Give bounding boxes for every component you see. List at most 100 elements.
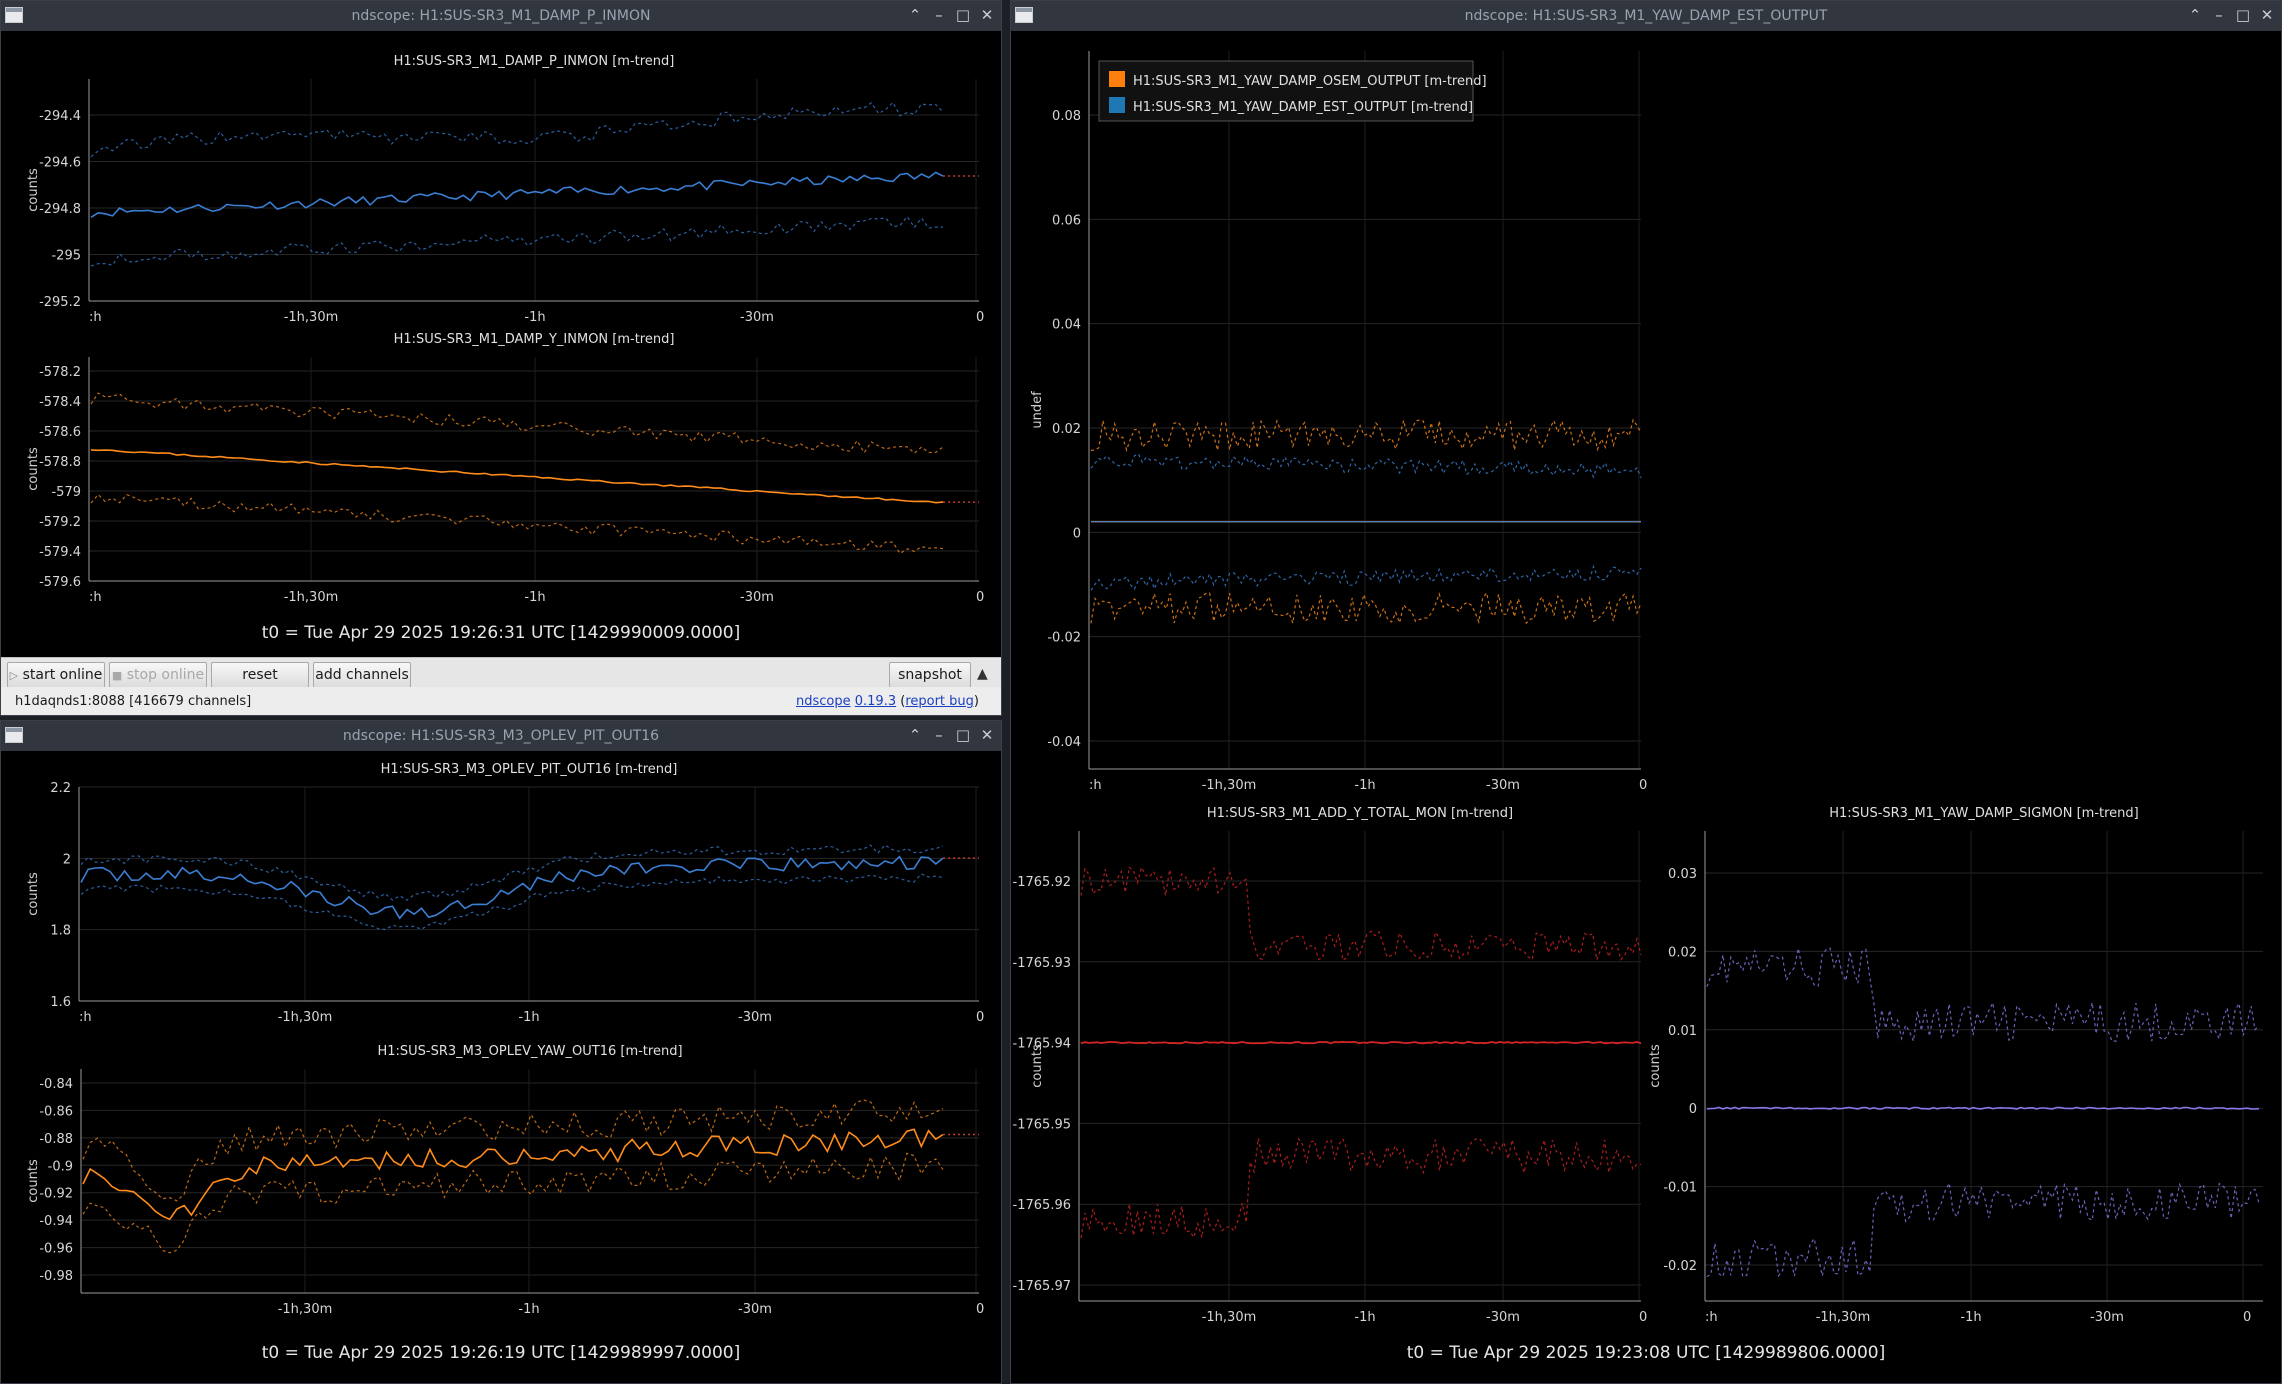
app-info: ndscope 0.19.3 (report bug) (796, 694, 979, 709)
y-tick-label: -294.4 (39, 109, 81, 124)
x-tick-label: -30m (738, 1302, 772, 1317)
trend-max-line (1706, 947, 2260, 1044)
add-channels-button[interactable]: add channels (313, 662, 411, 688)
trend-min-line (90, 493, 944, 555)
version-link[interactable]: 0.19.3 (855, 694, 896, 709)
y-tick-label: -579.2 (39, 515, 81, 530)
plot-legend[interactable]: H1:SUS-SR3_M1_YAW_DAMP_OSEM_OUTPUT [m-tr… (1098, 60, 1487, 122)
y-tick-label: -0.84 (39, 1077, 73, 1092)
x-tick-label: 0 (1639, 778, 1647, 793)
y-tick-label: -1765.97 (1013, 1279, 1071, 1294)
start-online-button[interactable]: ▷ start online (7, 662, 105, 688)
x-tick-label: :h (1089, 778, 1102, 793)
trend-minmax-line (1090, 564, 1642, 591)
y-tick-label: -578.2 (39, 365, 81, 380)
plots-svg[interactable]: undef 0.08 0.06 0.04 0.02 0 -0.02 -0.04:h -1h,30… (1011, 31, 2282, 1384)
y-tick-label: 0.02 (1668, 945, 1697, 960)
trend-min-line (80, 873, 944, 931)
trend-max-line (82, 1099, 944, 1202)
y-tick-label: -1765.93 (1013, 956, 1071, 971)
x-tick-label: -1h (524, 590, 545, 605)
x-tick-label: :h (1705, 1310, 1718, 1325)
minimize-icon[interactable]: – (2209, 5, 2229, 25)
plots-svg[interactable]: H1:SUS-SR3_M1_DAMP_P_INMON [m-trend]coun… (1, 31, 1002, 657)
trend-mean-line (90, 449, 944, 504)
y-tick-label: -0.96 (39, 1242, 73, 1257)
close-icon[interactable]: ✕ (2257, 5, 2277, 25)
expand-arrow-icon[interactable]: ▲ (977, 666, 988, 682)
plots-svg[interactable]: H1:SUS-SR3_M3_OPLEV_PIT_OUT16 [m-trend] c… (1, 751, 1002, 1384)
stop-online-button[interactable]: ■ stop online (109, 662, 207, 688)
maximize-icon[interactable]: □ (953, 5, 973, 25)
x-tick-label: 0 (976, 1010, 984, 1025)
status-bar: h1daqnds1:8088 [416679 channels] ndscope… (1, 687, 1001, 715)
y-tick-label: -1765.95 (1013, 1117, 1071, 1132)
x-tick-label: -30m (740, 590, 774, 605)
plot-title: H1:SUS-SR3_M1_ADD_Y_TOTAL_MON [m-trend] (1207, 806, 1513, 821)
keep-above-icon[interactable]: ⌃ (2185, 5, 2205, 25)
maximize-icon[interactable]: □ (2233, 5, 2253, 25)
control-bar: ▷ start online ■ stop online reset add c… (1, 657, 1001, 691)
trend-mean-line (1080, 1040, 1642, 1045)
legend-label: H1:SUS-SR3_M1_YAW_DAMP_OSEM_OUTPUT [m-tr… (1133, 74, 1487, 89)
y-tick-label: -578.8 (39, 455, 81, 470)
minimize-icon[interactable]: – (929, 725, 949, 745)
x-tick-label: :h (89, 590, 102, 605)
window-titlebar[interactable]: ndscope: H1:SUS-SR3_M3_OPLEV_PIT_OUT16 ⌃… (1, 721, 1001, 751)
plot-area: H1:SUS-SR3_M3_OPLEV_PIT_OUT16 [m-trend] c… (1, 751, 1002, 1384)
y-tick-label: -0.88 (39, 1132, 73, 1147)
report-close-paren: ) (973, 694, 979, 709)
legend-swatch (1109, 71, 1125, 87)
ndscope-window-1: ndscope: H1:SUS-SR3_M1_DAMP_P_INMON ⌃ – … (0, 0, 1002, 716)
y-tick-label: -0.04 (1047, 735, 1081, 750)
trend-min-line (90, 215, 943, 267)
y-tick-label: -578.6 (39, 425, 81, 440)
y-tick-label: -579.4 (39, 545, 81, 560)
y-tick-label: -295.2 (39, 295, 81, 310)
y-tick-label: -1765.92 (1013, 875, 1071, 890)
report-bug-link[interactable]: report bug (905, 694, 974, 709)
y-tick-label: -0.94 (39, 1214, 73, 1229)
x-tick-label: -30m (2090, 1310, 2124, 1325)
x-tick-label: 0 (1639, 1310, 1647, 1325)
server-status: h1daqnds1:8088 [416679 channels] (15, 694, 252, 709)
window-title: ndscope: H1:SUS-SR3_M3_OPLEV_PIT_OUT16 (342, 728, 660, 744)
close-icon[interactable]: ✕ (977, 725, 997, 745)
plot-title: H1:SUS-SR3_M3_OPLEV_PIT_OUT16 [m-trend] (381, 762, 678, 777)
app-name-link[interactable]: ndscope (796, 694, 851, 709)
t0-label: t0 = Tue Apr 29 2025 19:26:19 UTC [14299… (261, 1343, 741, 1363)
keep-above-icon[interactable]: ⌃ (905, 5, 925, 25)
window-title: ndscope: H1:SUS-SR3_M1_YAW_DAMP_EST_OUTP… (1464, 8, 1828, 24)
x-tick-label: 0 (2243, 1310, 2251, 1325)
y-tick-label: 2 (63, 852, 71, 867)
ndscope-window-2: ndscope: H1:SUS-SR3_M3_OPLEV_PIT_OUT16 ⌃… (0, 720, 1002, 1384)
x-tick-label: 0 (976, 590, 984, 605)
x-tick-label: -1h (1354, 778, 1375, 793)
y-tick-label: -0.02 (1047, 631, 1081, 646)
minimize-icon[interactable]: – (929, 5, 949, 25)
plot-area: H1:SUS-SR3_M1_DAMP_P_INMON [m-trend] coun… (1, 31, 1001, 657)
start-online-label: start online (22, 667, 103, 683)
y-tick-label: -579.6 (39, 575, 81, 590)
reset-button[interactable]: reset (211, 662, 309, 688)
y-tick-label: 1.6 (50, 995, 71, 1010)
legend-label: H1:SUS-SR3_M1_YAW_DAMP_EST_OUTPUT [m-tre… (1133, 100, 1473, 115)
y-tick-label: -295 (51, 249, 81, 264)
y-tick-label: -294.6 (39, 156, 81, 171)
window-titlebar[interactable]: ndscope: H1:SUS-SR3_M1_YAW_DAMP_EST_OUTP… (1011, 1, 2281, 31)
y-tick-label: -0.01 (1663, 1181, 1697, 1196)
trend-minmax-line (1090, 591, 1642, 625)
trend-min-line (1706, 1181, 2260, 1278)
keep-above-icon[interactable]: ⌃ (905, 725, 925, 745)
trend-mean-line (82, 1128, 944, 1221)
window-titlebar[interactable]: ndscope: H1:SUS-SR3_M1_DAMP_P_INMON ⌃ – … (1, 1, 1001, 31)
y-axis-label: undef (1030, 391, 1045, 429)
snapshot-button[interactable]: snapshot (889, 662, 971, 688)
close-icon[interactable]: ✕ (977, 5, 997, 25)
maximize-icon[interactable]: □ (953, 725, 973, 745)
trend-mean-line (90, 171, 944, 218)
trend-min-line (82, 1152, 944, 1254)
y-tick-label: -294.8 (39, 202, 81, 217)
y-tick-label: -1765.94 (1013, 1037, 1071, 1052)
plot-title: H1:SUS-SR3_M1_YAW_DAMP_SIGMON [m-trend] (1829, 806, 2139, 821)
